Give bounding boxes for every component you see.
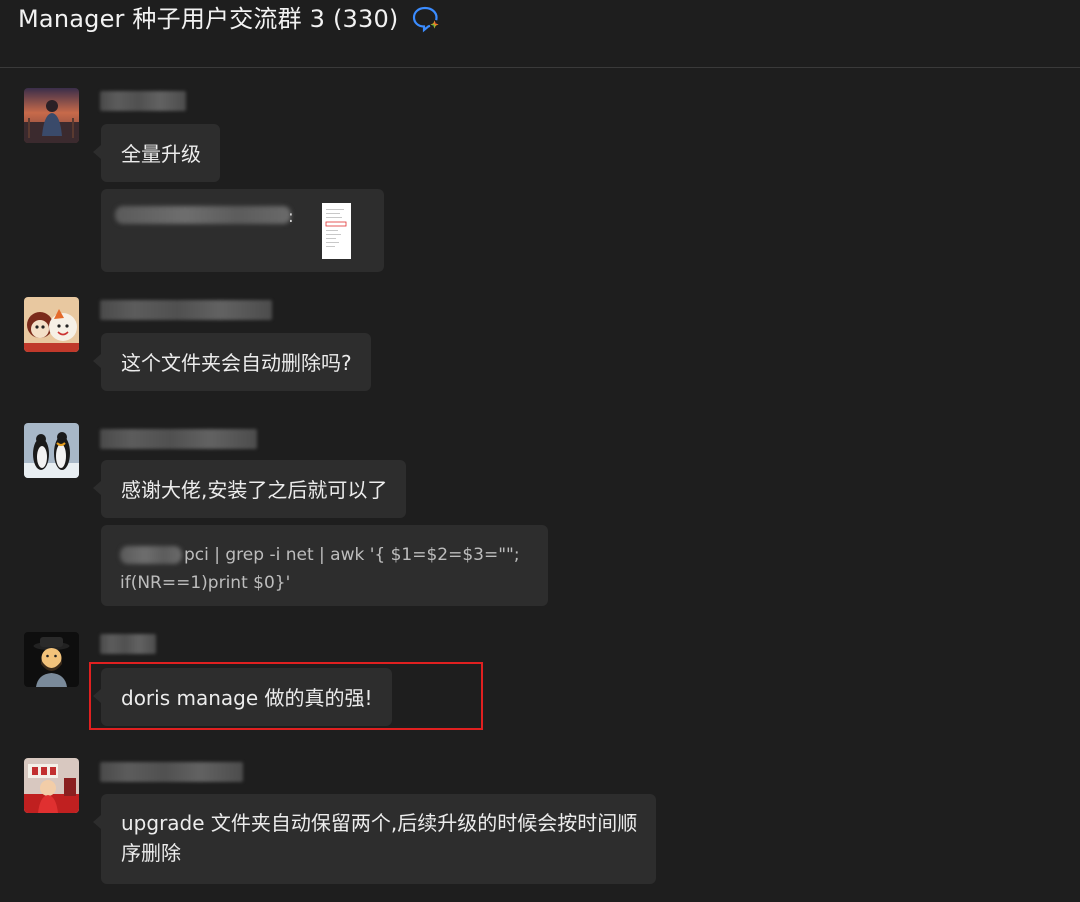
avatar-sunset-person-icon[interactable]	[24, 88, 79, 143]
group-chat-icon[interactable]	[411, 5, 443, 33]
quoted-code-message[interactable]: pci | grep -i net | awk '{ $1=$2=$3=""; …	[101, 525, 548, 606]
message-bubble[interactable]: upgrade 文件夹自动保留两个,后续升级的时候会按时间顺 序删除	[92, 794, 657, 884]
message-text: upgrade 文件夹自动保留两个,后续升级的时候会按时间顺	[121, 811, 638, 835]
quoted-message[interactable]: :	[101, 189, 384, 272]
message-bubble[interactable]: 这个文件夹会自动删除吗?	[93, 333, 371, 391]
avatar-penguins-icon[interactable]	[24, 423, 79, 478]
chat-header: Manager 种子用户交流群 3 (330)	[0, 0, 1080, 68]
redacted-text	[115, 206, 291, 224]
image-thumbnail[interactable]	[322, 203, 351, 259]
chat-title: Manager 种子用户交流群 3 (330)	[18, 5, 399, 33]
code-line: pci | grep -i net | awk '{ $1=$2=$3="";	[184, 545, 520, 565]
message-text: 全量升级	[121, 142, 201, 166]
message-bubble[interactable]: 感谢大佬,安装了之后就可以了	[92, 460, 407, 518]
message-text: 序删除	[121, 841, 181, 865]
sender-name	[100, 300, 272, 320]
avatar-cartoon-characters-icon[interactable]	[24, 297, 79, 352]
avatar-emoji-man-icon[interactable]	[24, 632, 79, 687]
sender-name	[100, 634, 156, 654]
sender-name	[100, 429, 257, 449]
message-text: 感谢大佬,安装了之后就可以了	[121, 478, 388, 502]
code-line: if(NR==1)print $0}'	[120, 573, 291, 593]
highlight-box	[89, 662, 483, 730]
message-bubble[interactable]: 全量升级	[93, 124, 220, 182]
sender-name	[100, 762, 243, 782]
quote-colon: :	[288, 207, 294, 227]
sender-name	[100, 91, 186, 111]
chat-window: Manager 种子用户交流群 3 (330) 全量升级: 这个文件夹会自动删…	[0, 0, 1080, 902]
message-text: 这个文件夹会自动删除吗?	[121, 351, 352, 375]
avatar-child-photo-icon[interactable]	[24, 758, 79, 813]
redacted-text	[120, 546, 182, 564]
